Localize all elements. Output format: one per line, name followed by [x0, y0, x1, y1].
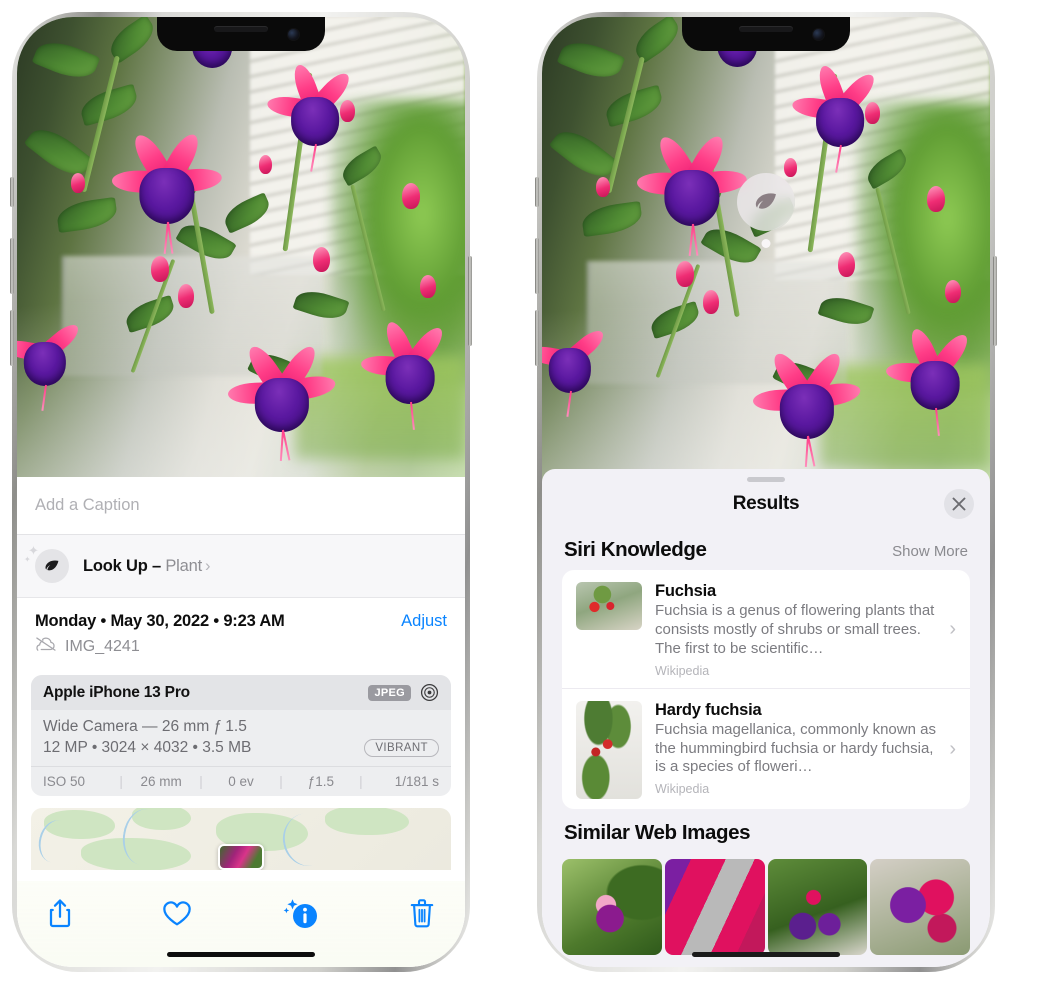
leaf-icon: ✦ ✦	[24, 543, 69, 583]
volume-up-button[interactable]	[535, 238, 539, 294]
similar-web-images-header: Similar Web Images	[542, 809, 990, 853]
aperture-icon	[420, 683, 439, 702]
exif-body: Wide Camera — 26 mm ƒ 1.5 12 MP • 3024 ×…	[31, 710, 451, 766]
exif-stat: ISO 50	[43, 774, 86, 789]
exif-header: Apple iPhone 13 Pro JPEG	[31, 675, 451, 710]
list-item[interactable]: Hardy fuchsia Fuchsia magellanica, commo…	[562, 687, 970, 809]
results-header: Results	[542, 482, 990, 526]
card-description: Fuchsia magellanica, commonly known as t…	[655, 720, 936, 776]
info-sparkle-icon[interactable]	[282, 896, 320, 930]
right-phone-device: Results Siri Knowledge Show More Fuchsia…	[535, 12, 997, 972]
camera-model: Apple iPhone 13 Pro	[43, 683, 190, 701]
web-image-thumbnail[interactable]	[767, 858, 868, 955]
front-camera	[288, 29, 299, 40]
photo-date: Monday • May 30, 2022 • 9:23 AM	[35, 612, 285, 630]
front-camera	[813, 29, 824, 40]
card-source: Wikipedia	[655, 782, 710, 797]
look-up-row[interactable]: ✦ ✦ Look Up – Plant ›	[17, 535, 465, 597]
photo-toolbar	[17, 881, 465, 967]
home-indicator	[167, 952, 315, 957]
similar-web-images-strip[interactable]	[542, 858, 990, 955]
chevron-right-icon: ›	[204, 556, 211, 575]
section-title: Similar Web Images	[564, 820, 751, 844]
volume-down-button[interactable]	[535, 310, 539, 366]
visual-lookup-badge[interactable]	[737, 173, 795, 231]
location-map-card[interactable]	[31, 808, 451, 870]
web-image-thumbnail[interactable]	[664, 858, 765, 955]
format-badge: JPEG	[368, 684, 411, 701]
lens-info: Wide Camera — 26 mm ƒ 1.5	[43, 718, 247, 735]
map-photo-pin	[218, 844, 264, 870]
screenshot-stage: Add a Caption ✦ ✦ Look Up – Plant › Mond…	[0, 0, 1055, 985]
earpiece-speaker	[214, 26, 268, 32]
resolution-info: 12 MP • 3024 × 4032 • 3.5 MB	[43, 739, 252, 756]
results-panel: Results Siri Knowledge Show More Fuchsia…	[542, 469, 990, 967]
exif-card[interactable]: Apple iPhone 13 Pro JPEG Wide Camera — 2…	[31, 675, 451, 796]
chevron-right-icon: ›	[949, 618, 956, 641]
share-icon[interactable]	[47, 898, 73, 928]
card-title: Hardy fuchsia	[655, 700, 762, 719]
web-image-thumbnail[interactable]	[562, 858, 662, 955]
show-more-button[interactable]: Show More	[892, 543, 968, 560]
right-phone-screen: Results Siri Knowledge Show More Fuchsia…	[542, 17, 990, 967]
mute-switch[interactable]	[535, 177, 539, 207]
section-title: Siri Knowledge	[564, 538, 707, 561]
results-title: Results	[732, 493, 800, 514]
close-icon[interactable]	[944, 489, 974, 519]
photo-metadata: Monday • May 30, 2022 • 9:23 AM Adjust I…	[17, 597, 465, 667]
card-source: Wikipedia	[655, 663, 710, 678]
device-notch	[682, 17, 850, 51]
exif-stat: ƒ1.5	[307, 774, 335, 789]
power-button[interactable]	[993, 256, 997, 346]
card-thumbnail	[576, 582, 642, 630]
list-item[interactable]: Fuchsia Fuchsia is a genus of flowering …	[562, 570, 970, 688]
mute-switch[interactable]	[10, 177, 14, 207]
volume-up-button[interactable]	[10, 238, 14, 294]
siri-knowledge-header: Siri Knowledge Show More	[542, 526, 990, 570]
card-title: Fuchsia	[655, 582, 716, 600]
photographic-style-badge: VIBRANT	[364, 739, 439, 757]
visual-lookup-anchor-dot	[761, 239, 771, 248]
photo-viewer[interactable]	[542, 17, 990, 487]
exif-stat: 1/181 s	[394, 774, 440, 789]
trash-icon[interactable]	[409, 898, 435, 928]
exif-stats-row: ISO 50 | 26 mm | 0 ev | ƒ1.5 | 1/181 s	[31, 766, 451, 796]
device-notch	[157, 17, 325, 51]
exif-stat: 26 mm	[140, 774, 182, 789]
adjust-button[interactable]: Adjust	[401, 612, 447, 631]
card-description: Fuchsia is a genus of flowering plants t…	[655, 602, 935, 657]
caption-placeholder: Add a Caption	[35, 496, 140, 514]
home-indicator	[692, 952, 840, 957]
knowledge-card-list: Fuchsia Fuchsia is a genus of flowering …	[562, 570, 970, 809]
photo-filename: IMG_4241	[65, 637, 140, 655]
left-phone-device: Add a Caption ✦ ✦ Look Up – Plant › Mond…	[10, 12, 472, 972]
chevron-right-icon: ›	[949, 738, 956, 761]
volume-down-button[interactable]	[10, 310, 14, 366]
icloud-slash-icon	[35, 636, 57, 657]
left-phone-screen: Add a Caption ✦ ✦ Look Up – Plant › Mond…	[17, 17, 465, 967]
heart-icon[interactable]	[162, 900, 192, 927]
earpiece-speaker	[739, 26, 793, 32]
caption-input-row[interactable]: Add a Caption	[17, 477, 465, 535]
look-up-subject: Plant	[165, 556, 202, 575]
card-thumbnail	[576, 700, 642, 799]
photo-viewer[interactable]	[17, 17, 465, 477]
power-button[interactable]	[468, 256, 472, 346]
web-image-thumbnail[interactable]	[870, 858, 970, 955]
exif-stat: 0 ev	[228, 774, 254, 789]
sparkle-small-icon: ✦	[24, 555, 31, 564]
look-up-label: Look Up – Plant ›	[83, 556, 211, 575]
